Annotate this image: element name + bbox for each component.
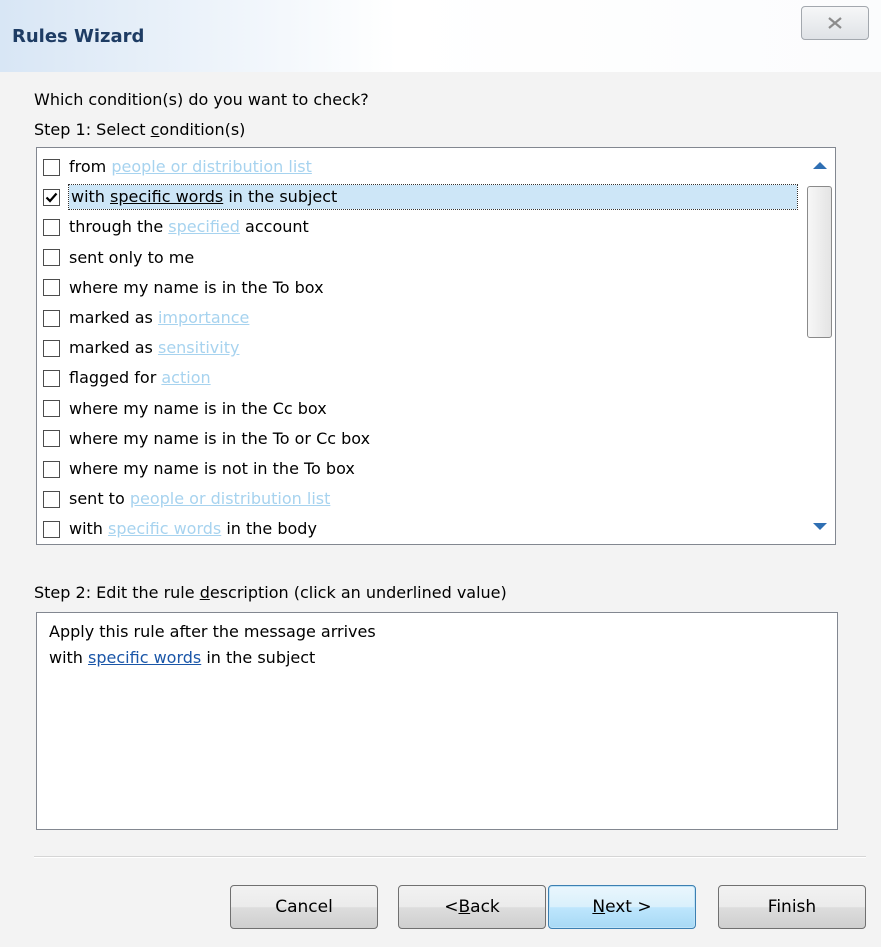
scroll-down-arrow-icon[interactable] xyxy=(813,523,827,530)
condition-value-link[interactable]: people or distribution list xyxy=(111,157,312,176)
condition-item[interactable]: marked as sensitivity xyxy=(37,333,805,363)
conditions-scrollbar[interactable] xyxy=(805,148,835,544)
step2-label: Step 2: Edit the rule description (click… xyxy=(34,583,507,602)
condition-value-link[interactable]: sensitivity xyxy=(158,338,239,357)
condition-value-link[interactable]: specified xyxy=(168,217,240,236)
condition-item[interactable]: sent only to me xyxy=(37,243,805,273)
scroll-up-arrow-icon[interactable] xyxy=(813,162,827,169)
cancel-button[interactable]: Cancel xyxy=(230,885,378,929)
back-button[interactable]: < Back xyxy=(398,885,546,929)
close-button[interactable] xyxy=(801,6,869,40)
condition-label: sent to people or distribution list xyxy=(69,489,331,509)
condition-checkbox[interactable] xyxy=(43,188,60,206)
window-title: Rules Wizard xyxy=(12,26,145,47)
condition-checkbox[interactable] xyxy=(43,430,60,448)
condition-label: with specific words in the body xyxy=(69,519,317,539)
condition-checkbox[interactable] xyxy=(43,400,60,418)
close-icon xyxy=(828,17,842,29)
condition-item[interactable]: where my name is in the Cc box xyxy=(37,394,805,424)
description-line: Apply this rule after the message arrive… xyxy=(49,622,376,641)
condition-item[interactable]: sent to people or distribution list xyxy=(37,484,805,514)
condition-checkbox[interactable] xyxy=(43,369,60,387)
condition-label: with specific words in the subject xyxy=(68,184,798,211)
checkmark-icon xyxy=(45,192,58,203)
finish-button[interactable]: Finish xyxy=(718,885,866,929)
condition-item[interactable]: where my name is in the To or Cc box xyxy=(37,424,805,454)
condition-value-link[interactable]: action xyxy=(161,368,210,387)
condition-label: where my name is not in the To box xyxy=(69,459,355,478)
title-bar: Rules Wizard xyxy=(0,0,881,72)
conditions-list[interactable]: from people or distribution list with spe… xyxy=(36,147,836,545)
specific-words-link[interactable]: specific words xyxy=(88,648,201,667)
question-label: Which condition(s) do you want to check? xyxy=(34,90,369,109)
condition-item[interactable]: where my name is not in the To box xyxy=(37,454,805,484)
condition-label: where my name is in the To or Cc box xyxy=(69,428,371,448)
next-button[interactable]: Next > xyxy=(548,885,696,929)
condition-checkbox[interactable] xyxy=(43,309,60,327)
condition-item[interactable]: through the specified account xyxy=(37,212,805,242)
condition-label: marked as importance xyxy=(69,308,250,327)
rule-description-box: Apply this rule after the message arrive… xyxy=(36,612,838,830)
step1-label: Step 1: Select condition(s) xyxy=(34,120,246,139)
condition-value-link[interactable]: specific words xyxy=(110,187,223,206)
condition-checkbox[interactable] xyxy=(43,490,60,508)
condition-label: through the specified account xyxy=(69,217,309,237)
condition-label: where my name is in the To box xyxy=(69,277,324,297)
condition-label: where my name is in the Cc box xyxy=(69,398,327,418)
condition-item[interactable]: flagged for action xyxy=(37,363,805,393)
condition-checkbox[interactable] xyxy=(43,218,60,236)
condition-value-link[interactable]: people or distribution list xyxy=(130,489,331,508)
condition-label: flagged for action xyxy=(69,368,211,388)
rules-wizard-dialog: Rules Wizard Which condition(s) do you w… xyxy=(0,0,881,947)
condition-item[interactable]: with specific words in the subject xyxy=(37,182,805,212)
condition-item[interactable]: where my name is in the To box xyxy=(37,273,805,303)
condition-item[interactable]: with specific words in the body xyxy=(37,514,805,544)
condition-value-link[interactable]: importance xyxy=(158,308,249,327)
condition-value-link[interactable]: specific words xyxy=(108,519,221,538)
description-line: with specific words in the subject xyxy=(49,648,316,667)
condition-label: marked as sensitivity xyxy=(69,338,240,358)
condition-checkbox[interactable] xyxy=(43,339,60,357)
condition-item[interactable]: marked as importance xyxy=(37,303,805,333)
condition-label: sent only to me xyxy=(69,247,195,267)
condition-checkbox[interactable] xyxy=(43,279,60,297)
separator xyxy=(34,856,866,858)
condition-item[interactable]: from people or distribution list xyxy=(37,152,805,182)
condition-checkbox[interactable] xyxy=(43,249,60,267)
condition-checkbox[interactable] xyxy=(43,520,60,538)
scroll-thumb[interactable] xyxy=(807,186,832,338)
condition-label: from people or distribution list xyxy=(69,157,312,176)
condition-checkbox[interactable] xyxy=(43,460,60,478)
condition-checkbox[interactable] xyxy=(43,158,60,176)
